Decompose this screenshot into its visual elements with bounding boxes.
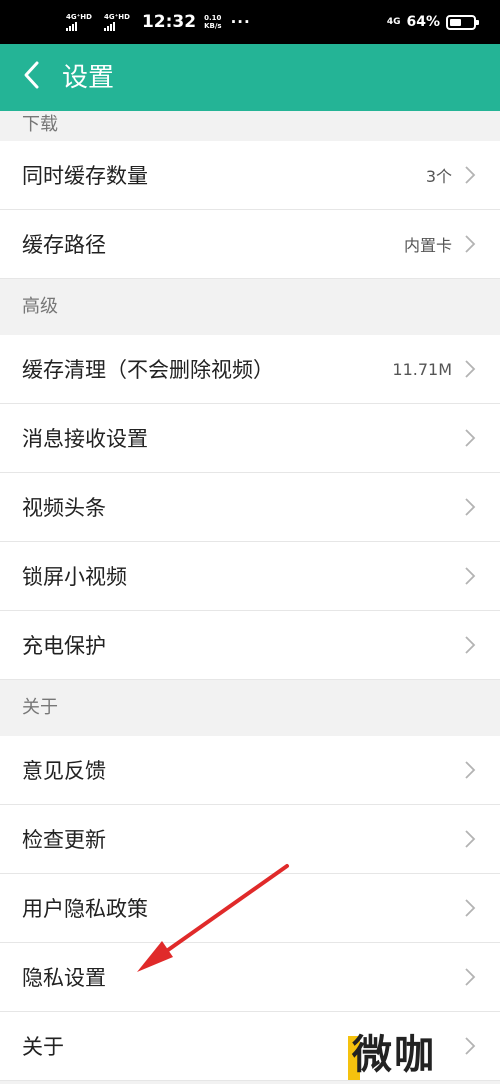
chevron-right-icon [465,968,476,986]
signal-bars-icon [103,22,116,31]
section-header: 关于 [0,680,500,736]
sim1-label: 4G⁺HD [66,13,92,21]
back-button[interactable] [16,58,50,92]
chevron-right-icon [465,360,476,378]
battery-icon [446,14,479,30]
settings-row-label: 视频头条 [22,496,106,520]
settings-row-label: 意见反馈 [22,759,106,783]
speed-value: 0.10 [204,14,222,22]
more-notifications-icon: ··· [230,13,251,31]
chevron-right-icon [465,235,476,253]
chevron-right-icon [465,429,476,447]
settings-row[interactable]: 用户隐私政策 [0,874,500,943]
section-header: 高级 [0,279,500,335]
chevron-right-icon [465,636,476,654]
settings-row[interactable]: 同时缓存数量 3个 [0,141,500,210]
chevron-right-icon [465,761,476,779]
settings-row-value: 3个 [425,167,452,186]
settings-row[interactable]: 消息接收设置 [0,404,500,473]
page-title: 设置 [62,63,115,93]
settings-row-label: 充电保护 [22,634,106,658]
settings-row-label: 隐私设置 [22,966,106,990]
settings-row[interactable]: 缓存路径 内置卡 [0,210,500,279]
settings-list: 下载同时缓存数量 3个缓存路径 内置卡高级缓存清理（不会删除视频） 11.71M 消息接… [0,111,500,1084]
settings-row-value: 11.71M [392,359,452,379]
settings-row-value: 内置卡 [403,236,452,255]
settings-row[interactable]: 检查更新 [0,805,500,874]
chevron-right-icon [465,830,476,848]
settings-row[interactable]: 锁屏小视频 [0,542,500,611]
battery-percent: 64% [406,14,440,30]
settings-row[interactable]: 意见反馈 [0,736,500,805]
sim1-signal: 4G⁺HD [66,13,92,31]
settings-row-label: 缓存路径 [22,233,106,257]
sim2-signal: 4G⁺HD [103,13,130,31]
chevron-right-icon [465,166,476,184]
chevron-right-icon [465,899,476,917]
watermark-logo: 微咖 [348,1028,488,1084]
app-header: 设置 [0,44,500,111]
section-header: 下载 [0,111,500,141]
chevron-left-icon [24,61,39,89]
watermark-text: 微咖 [352,1032,436,1078]
chevron-right-icon [465,498,476,516]
settings-row[interactable]: 视频头条 [0,473,500,542]
settings-row[interactable]: 隐私设置 [0,943,500,1012]
settings-row-label: 缓存清理（不会删除视频） [22,358,274,382]
clock: 12:32 [141,12,197,32]
settings-row-label: 消息接收设置 [22,427,148,451]
sim2-label: 4G⁺HD [103,13,130,21]
settings-row[interactable]: 充电保护 [0,611,500,680]
chevron-right-icon [465,567,476,585]
settings-row-label: 用户隐私政策 [22,897,148,921]
settings-row-label: 锁屏小视频 [22,565,127,589]
status-bar: 4G⁺HD 4G⁺HD 12:32 0.10 KB/s ··· 4G 64% [0,0,500,44]
settings-row-label: 同时缓存数量 [22,164,148,188]
settings-row[interactable]: 缓存清理（不会删除视频） 11.71M [0,335,500,404]
speed-unit: KB/s [204,22,222,30]
network-type: 4G [386,17,401,27]
settings-row-label: 检查更新 [22,828,106,852]
signal-bars-icon [66,22,78,31]
network-speed: 0.10 KB/s [204,14,221,30]
